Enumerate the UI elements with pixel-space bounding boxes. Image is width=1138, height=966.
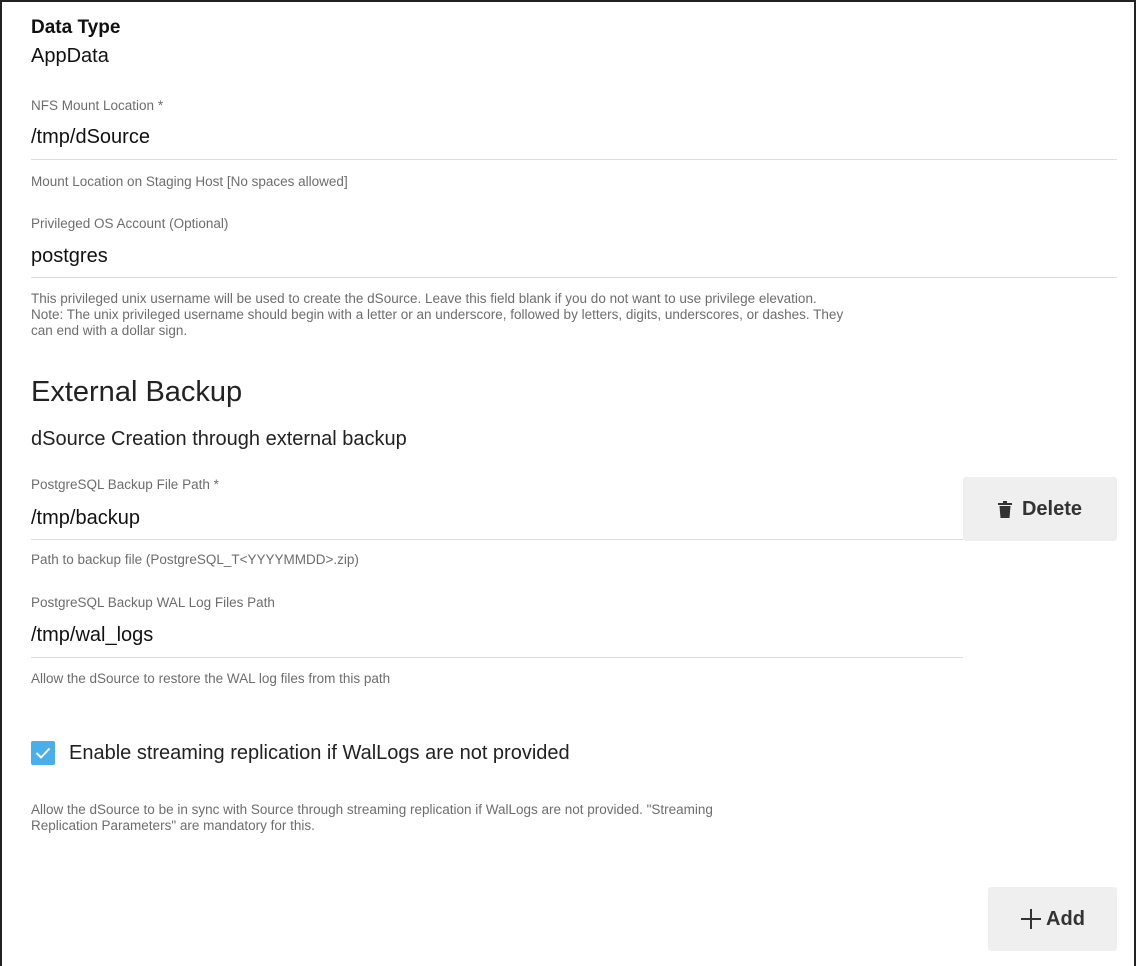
add-button[interactable]: Add — [988, 887, 1117, 951]
helper-line: This privileged unix username will be us… — [31, 291, 817, 306]
delete-button[interactable]: Delete — [963, 477, 1117, 541]
section-subheading: dSource Creation through external backup — [31, 428, 407, 450]
section-heading: External Backup — [31, 376, 243, 408]
nfs-mount-input[interactable]: /tmp/dSource — [31, 118, 1117, 160]
privileged-account-label: Privileged OS Account (Optional) — [31, 216, 229, 231]
helper-line: can end with a dollar sign. — [31, 323, 188, 338]
plus-icon — [1020, 908, 1042, 930]
wal-logs-value: /tmp/wal_logs — [31, 624, 154, 646]
wal-logs-helper: Allow the dSource to restore the WAL log… — [31, 671, 391, 686]
trash-icon — [997, 500, 1012, 518]
privileged-account-value: postgres — [31, 245, 108, 267]
data-type-label: Data Type — [31, 17, 121, 38]
backup-file-value: /tmp/backup — [31, 507, 140, 529]
privileged-account-underline — [31, 277, 1117, 278]
streaming-replication-helper: Allow the dSource to be in sync with Sou… — [31, 802, 1031, 834]
backup-file-label: PostgreSQL Backup File Path * — [31, 477, 219, 492]
delete-button-label: Delete — [1021, 497, 1083, 520]
streaming-replication-checkbox[interactable] — [31, 741, 55, 765]
add-button-label: Add — [1046, 907, 1085, 930]
checkmark-icon — [35, 747, 51, 759]
wal-logs-underline — [31, 657, 963, 658]
nfs-mount-label: NFS Mount Location * — [31, 98, 164, 113]
wal-logs-label: PostgreSQL Backup WAL Log Files Path — [31, 595, 275, 610]
helper-line: Replication Parameters" are mandatory fo… — [31, 818, 315, 833]
data-type-value: AppData — [31, 45, 109, 67]
backup-file-underline — [31, 539, 963, 540]
helper-line: Note: The unix privileged username shoul… — [31, 307, 844, 322]
nfs-mount-value: /tmp/dSource — [31, 126, 150, 148]
privileged-account-helper: This privileged unix username will be us… — [31, 291, 1121, 339]
backup-file-input[interactable]: /tmp/backup — [31, 498, 963, 540]
helper-line: Allow the dSource to be in sync with Sou… — [31, 802, 713, 817]
privileged-account-input[interactable]: postgres — [31, 236, 1117, 278]
nfs-mount-underline — [31, 159, 1117, 160]
backup-file-helper: Path to backup file (PostgreSQL_T<YYYYMM… — [31, 552, 359, 567]
nfs-mount-helper: Mount Location on Staging Host [No space… — [31, 174, 348, 189]
wal-logs-input[interactable]: /tmp/wal_logs — [31, 616, 963, 658]
streaming-replication-label[interactable]: Enable streaming replication if WalLogs … — [69, 742, 570, 765]
